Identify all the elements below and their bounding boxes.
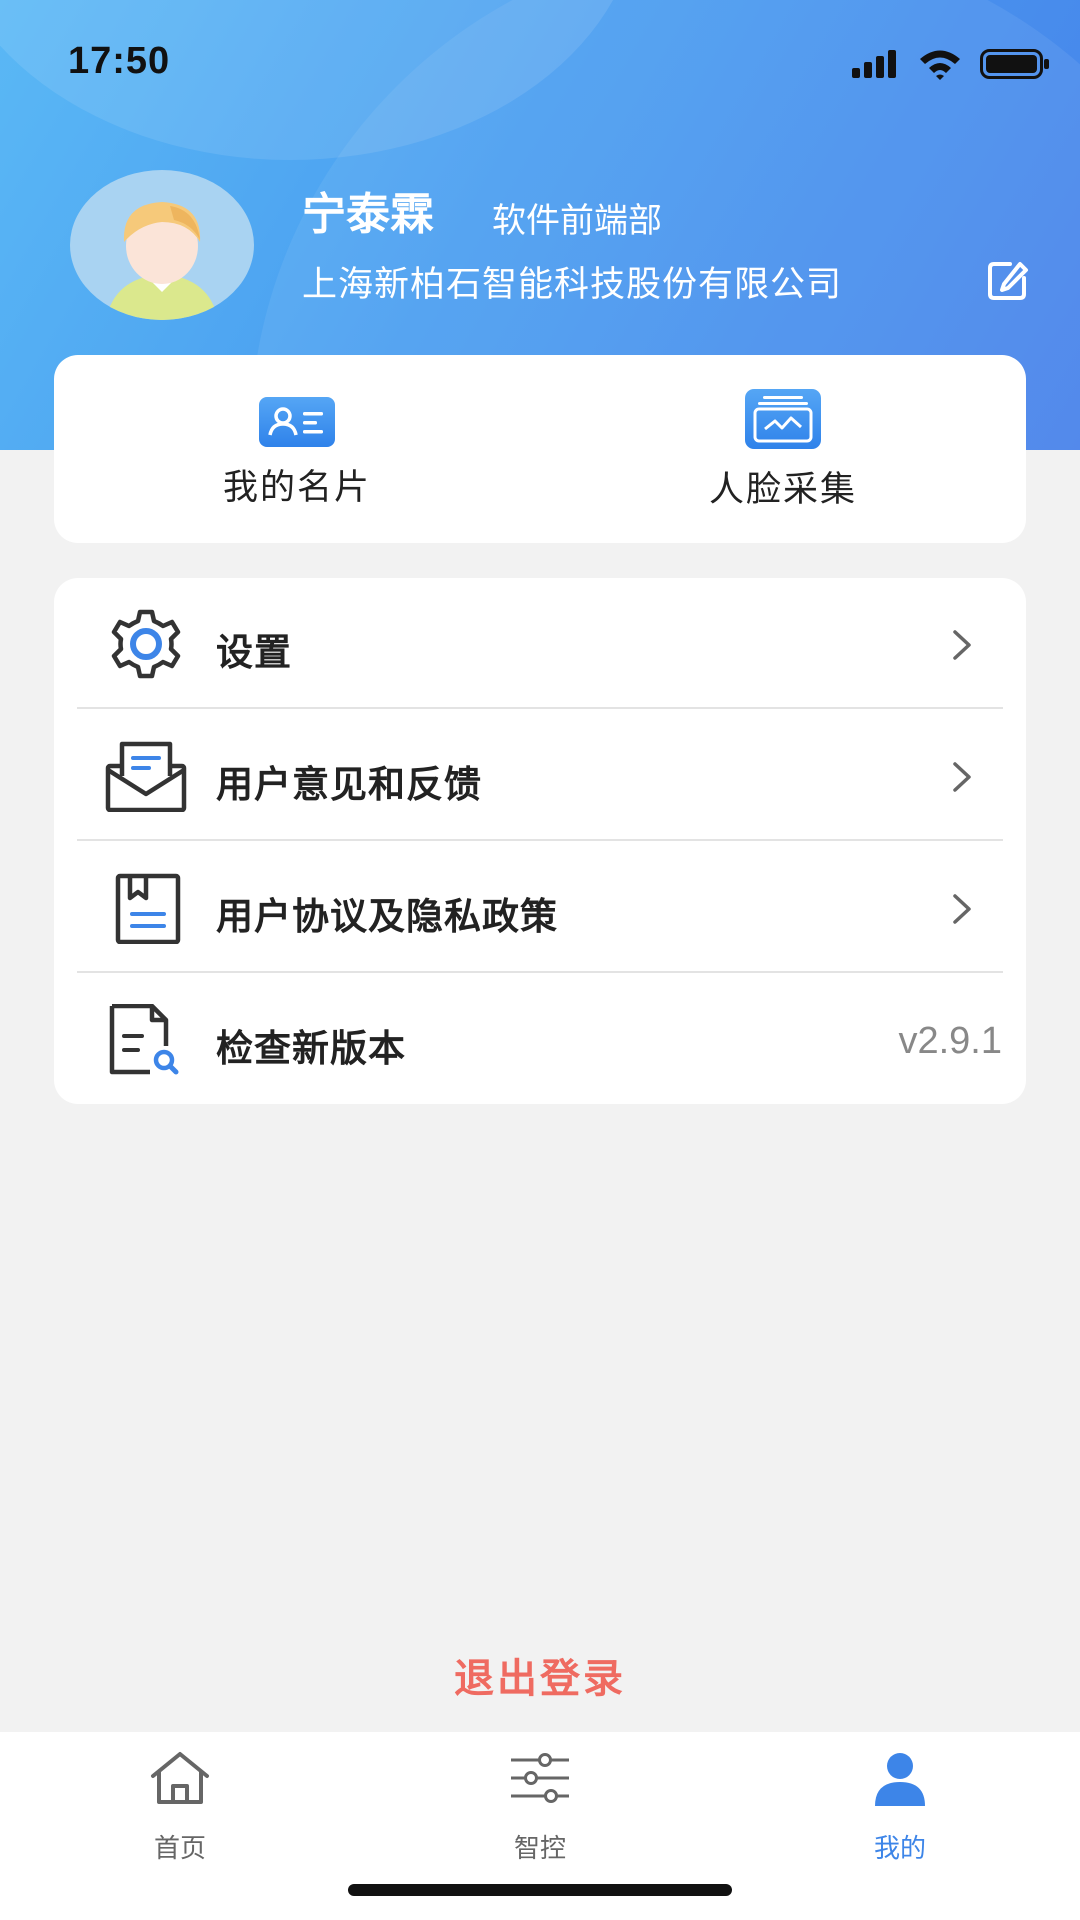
status-icons (852, 48, 1050, 80)
face-capture-button[interactable]: 人脸采集 (540, 355, 1026, 543)
face-capture-icon (745, 389, 821, 449)
document-search-icon (109, 1004, 179, 1075)
logout-button[interactable]: 退出登录 (0, 1646, 1080, 1704)
version-value: v2.9.1 (898, 1020, 1002, 1062)
menu-divider (77, 839, 1003, 841)
menu-label-settings: 设置 (216, 631, 292, 674)
home-icon (151, 1752, 209, 1804)
agreement-book-icon (115, 873, 181, 944)
business-card-icon (259, 397, 335, 447)
sliders-icon (511, 1753, 569, 1803)
menu-label-feedback: 用户意见和反馈 (216, 763, 482, 806)
edit-icon[interactable] (986, 258, 1030, 302)
business-card-button[interactable]: 我的名片 (54, 355, 540, 543)
menu-label-check-version: 检查新版本 (216, 1027, 406, 1070)
chevron-right-icon (953, 630, 971, 660)
status-time: 17:50 (68, 40, 171, 82)
tab-mine[interactable]: 我的 (720, 1732, 1080, 1920)
home-indicator (348, 1884, 732, 1896)
menu-label-agreement: 用户协议及隐私政策 (216, 895, 558, 938)
chevron-right-icon (953, 894, 971, 924)
menu-item-feedback[interactable]: 用户意见和反馈 (54, 710, 1026, 842)
gear-icon (111, 609, 181, 679)
tab-label-home: 首页 (153, 1834, 206, 1864)
quick-actions-card: 我的名片 人脸采集 (54, 355, 1026, 543)
profile-company: 上海新柏石智能科技股份有限公司 (302, 265, 843, 305)
menu-item-settings[interactable]: 设置 (54, 578, 1026, 710)
chevron-right-icon (953, 762, 971, 792)
tab-label-control: 智控 (513, 1834, 566, 1864)
avatar-illustration (106, 202, 218, 320)
battery-icon (980, 49, 1049, 79)
status-bar: 17:50 (0, 0, 1080, 130)
feedback-mail-icon (105, 741, 187, 812)
face-capture-label: 人脸采集 (708, 470, 857, 510)
tab-label-mine: 我的 (873, 1834, 926, 1864)
business-card-label: 我的名片 (222, 468, 371, 508)
menu-divider (77, 707, 1003, 709)
tab-home[interactable]: 首页 (0, 1732, 360, 1920)
avatar[interactable] (70, 170, 254, 320)
user-icon (875, 1753, 925, 1806)
menu-divider (77, 971, 1003, 973)
profile-name: 宁泰霖 (302, 189, 434, 240)
wifi-icon (920, 50, 960, 80)
menu-card: 设置 用户意见和反馈 用户协议及隐私政策 检查新版本 v2.9.1 (54, 578, 1026, 1104)
profile-department: 软件前端部 (492, 201, 662, 241)
signal-icon (852, 50, 896, 78)
menu-item-agreement[interactable]: 用户协议及隐私政策 (54, 842, 1026, 974)
menu-item-check-version[interactable]: 检查新版本 v2.9.1 (54, 974, 1026, 1106)
